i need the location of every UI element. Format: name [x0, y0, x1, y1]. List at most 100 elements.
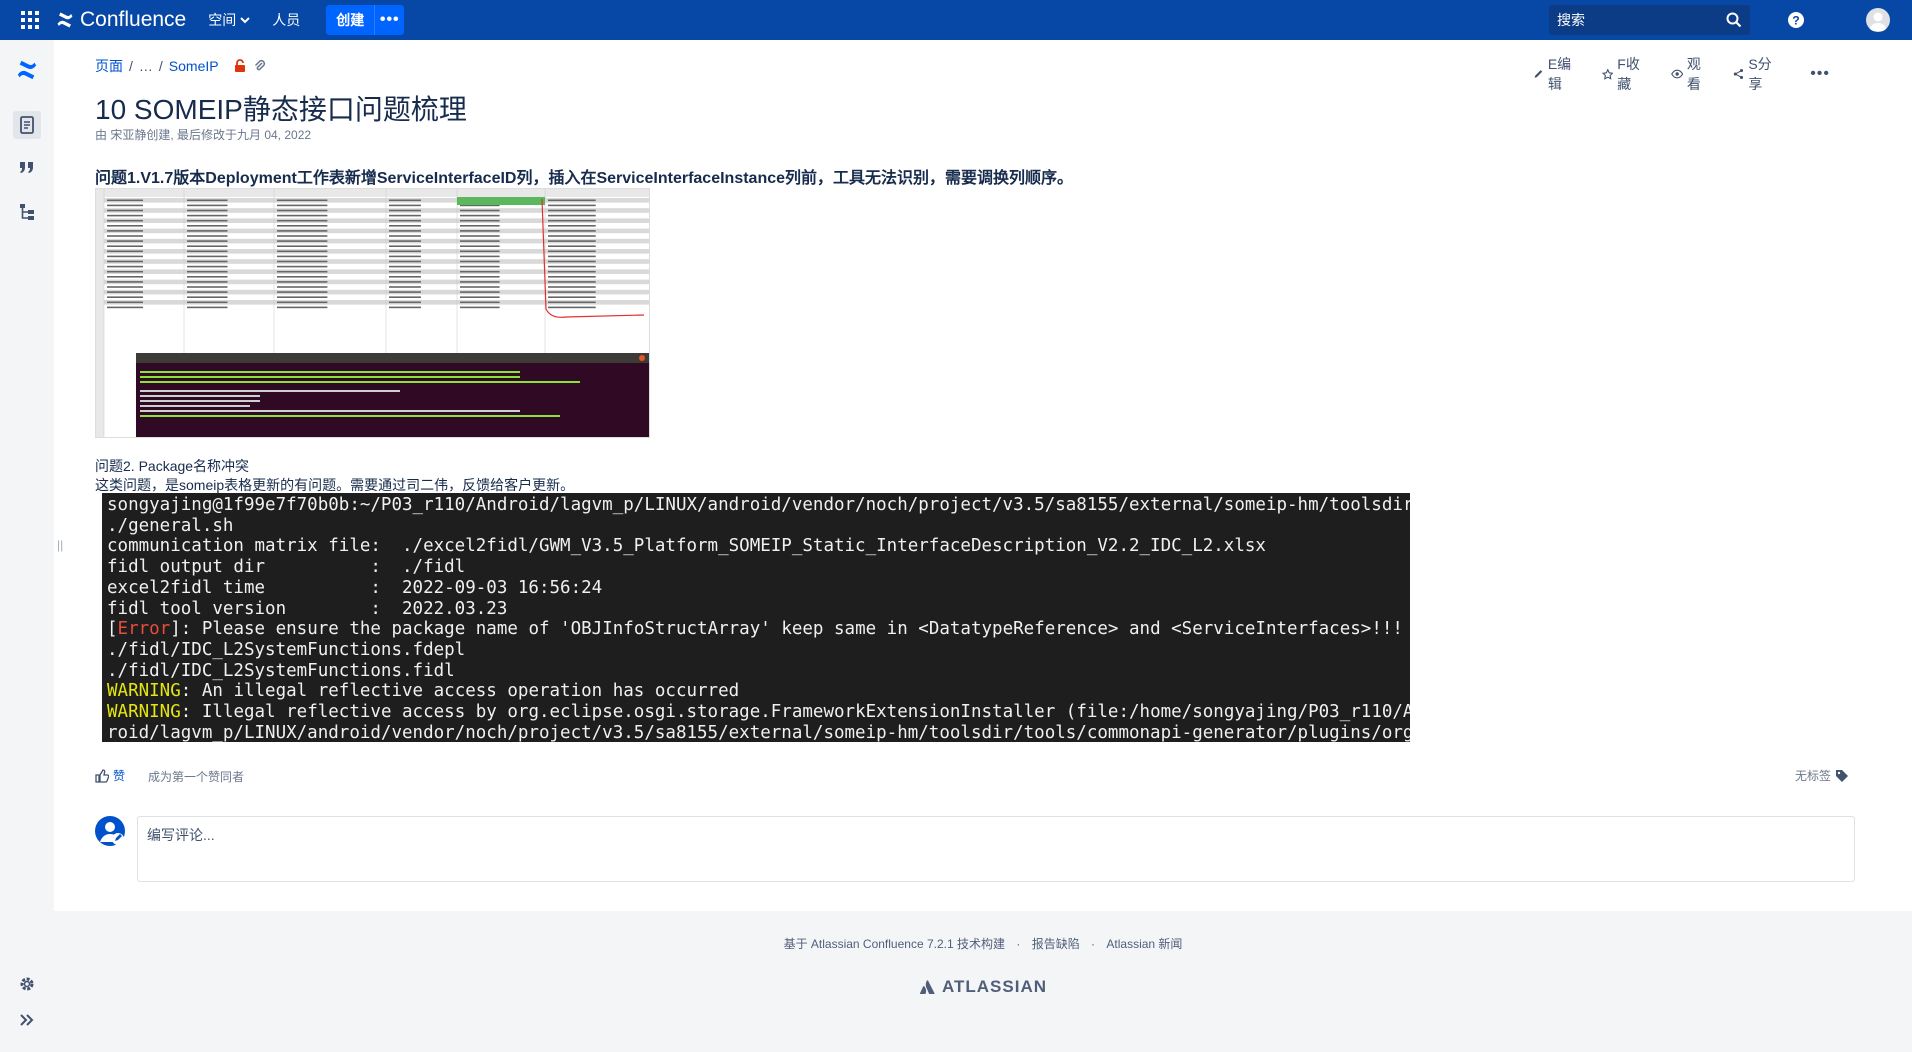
sheet-cell-text: [548, 306, 596, 309]
sheet-cell-text: [460, 240, 500, 242]
sheet-cell-text: [187, 265, 228, 268]
sidebar-resize-handle[interactable]: ||: [57, 538, 63, 552]
sheet-cell-text: [107, 306, 143, 309]
sheet-cell-text: [460, 250, 500, 253]
pages-icon[interactable]: [13, 111, 41, 139]
watch-button[interactable]: 观看: [1670, 54, 1709, 94]
breadcrumb-ellipsis[interactable]: …: [139, 58, 153, 74]
terminal-error-screenshot[interactable]: songyajing@1f99e7f70b0b:~/P03_r110/Andro…: [102, 493, 1410, 742]
sheet-cell-text: [389, 204, 421, 207]
like-button[interactable]: 赞: [95, 767, 125, 784]
search-input[interactable]: 搜索: [1549, 5, 1750, 35]
sheet-cell-text: [187, 250, 228, 253]
sheet-cell-text: [548, 230, 596, 232]
create-button[interactable]: 创建: [326, 5, 374, 35]
chevron-down-icon: [240, 17, 250, 24]
confluence-logo-icon: [57, 12, 73, 28]
spaces-label: 空间: [208, 12, 237, 28]
terminal-line: fidl output dir : ./fidl: [107, 557, 466, 578]
create-more-button[interactable]: •••: [374, 5, 404, 35]
sheet-cell-text: [277, 296, 328, 298]
sheet-cell-text: [548, 286, 596, 288]
error-label: Error: [117, 619, 171, 640]
atlassian-news-link[interactable]: Atlassian 新闻: [1106, 937, 1182, 951]
atlassian-logo-icon: [920, 980, 935, 994]
sheet-cell-text: [187, 296, 228, 298]
sheet-cell-text: [460, 270, 500, 273]
sheet-cell-text: [277, 225, 328, 227]
sheet-cell-text: [389, 219, 421, 222]
people-link[interactable]: 人员: [272, 10, 300, 30]
warning-message: : Illegal reflective access by org.eclip…: [180, 702, 1410, 723]
attachment-icon[interactable]: [253, 59, 267, 73]
sheet-cell-text: [277, 240, 328, 242]
sheet-cell-text: [389, 270, 421, 273]
sheet-cell-text: [548, 255, 596, 258]
terminal-line: roid/lagvm_p/LINUX/android/vendor/noch/p…: [107, 722, 1410, 742]
confluence-logo[interactable]: Confluence: [56, 8, 186, 32]
spaces-menu[interactable]: 空间: [208, 10, 250, 30]
blog-quote-icon[interactable]: [13, 154, 41, 182]
sheet-cell-text: [187, 209, 228, 212]
create-button-group: 创建 •••: [326, 5, 405, 35]
sheet-cell-text: [107, 240, 143, 242]
sheet-cell-text: [277, 276, 328, 278]
sheet-cell-text: [389, 225, 421, 227]
sheet-cell-text: [460, 209, 500, 212]
sheet-cell-text: [548, 199, 596, 202]
watch-label: 观看: [1686, 56, 1701, 92]
save-favourite-button[interactable]: F收藏: [1601, 54, 1646, 94]
restriction-lock-icon[interactable]: [233, 59, 247, 73]
terminal-thumbnail-line: [140, 376, 520, 378]
breadcrumb-parent-link[interactable]: SomeIP: [169, 58, 219, 74]
sheet-cell-text: [460, 306, 500, 309]
share-button[interactable]: S分享: [1733, 54, 1777, 94]
sheet-cell-text: [107, 245, 143, 247]
excel-terminal-screenshot[interactable]: [95, 188, 650, 438]
footer: 基于 Atlassian Confluence 7.2.1 技术构建 · 报告缺…: [54, 911, 1912, 1052]
issue-2-heading: 问题2. Package名称冲突: [95, 458, 250, 474]
sheet-cell-text: [187, 230, 228, 232]
edit-label: E编辑: [1547, 56, 1572, 92]
space-logo-icon[interactable]: [13, 56, 41, 84]
sheet-cell-text: [107, 209, 143, 212]
issue-1-heading: 问题1.V1.7版本Deployment工作表新增ServiceInterfac…: [95, 170, 1074, 187]
report-bug-link[interactable]: 报告缺陷: [1032, 937, 1080, 951]
help-icon[interactable]: ?: [1786, 10, 1806, 30]
page-tree-icon[interactable]: [13, 198, 41, 226]
sheet-cell-text: [107, 276, 143, 278]
expand-sidebar-icon[interactable]: [13, 1006, 41, 1034]
sheet-cell-text: [389, 306, 421, 309]
terminal-line: ./fidl/IDC_L2SystemFunctions.fidl: [107, 660, 455, 681]
space-settings-gear-icon[interactable]: [13, 970, 41, 998]
sheet-cell-text: [187, 255, 228, 258]
terminal-warning-line: WARNING: An illegal reflective access op…: [107, 681, 1405, 702]
sheet-cell-text: [389, 235, 421, 237]
atlassian-logo[interactable]: ATLASSIAN: [920, 977, 1047, 997]
app-switcher-icon[interactable]: [16, 6, 44, 34]
terminal-thumbnail-line: [140, 405, 250, 407]
comment-input[interactable]: 编写评论...: [137, 816, 1855, 882]
sheet-cell-text: [187, 276, 228, 278]
sheet-cell-text: [460, 235, 500, 237]
edit-button[interactable]: E编辑: [1533, 54, 1577, 94]
commenter-avatar: [95, 816, 125, 846]
user-avatar[interactable]: [1866, 8, 1890, 32]
more-actions-button[interactable]: •••: [1810, 65, 1830, 83]
labels-section[interactable]: 无标签: [1795, 767, 1849, 784]
built-with-link[interactable]: 基于 Atlassian Confluence 7.2.1 技术构建: [784, 937, 1005, 951]
sheet-cell-text: [107, 270, 143, 273]
breadcrumb-pages-link[interactable]: 页面: [95, 56, 123, 76]
breadcrumb-separator: /: [158, 58, 163, 74]
error-bracket: [: [107, 619, 118, 640]
sheet-cell-text: [460, 286, 500, 288]
sheet-cell-text: [187, 225, 228, 227]
sheet-cell-text: [389, 276, 421, 278]
sheet-cell-text: [277, 235, 328, 237]
sheet-cell-text: [460, 265, 500, 268]
terminal-warning-line: WARNING: Illegal reflective access by or…: [107, 702, 1410, 723]
share-icon: [1734, 68, 1744, 80]
sheet-cell-text: [277, 281, 328, 283]
sheet-cell-text: [389, 209, 421, 212]
sheet-cell-text: [389, 230, 421, 232]
